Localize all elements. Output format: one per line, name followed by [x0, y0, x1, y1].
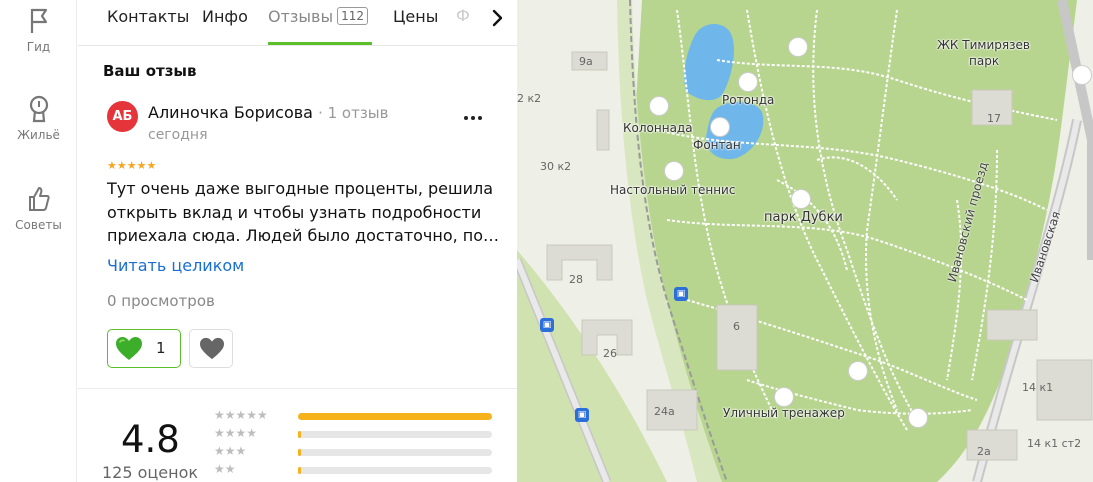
- map-label-kolonnada[interactable]: Колоннада: [623, 121, 693, 135]
- map-view[interactable]: Ротонда Колоннада Фонтан Настольный тенн…: [517, 0, 1093, 482]
- average-rating: 4.8: [121, 418, 180, 461]
- table-tennis-icon[interactable]: [665, 162, 683, 180]
- fountain-icon[interactable]: [711, 118, 729, 136]
- more-options-icon[interactable]: [461, 105, 485, 129]
- tab-prices[interactable]: Цены: [393, 7, 438, 26]
- colonnade-icon[interactable]: [650, 97, 668, 115]
- left-rail: Гид Жильё Советы: [0, 0, 77, 482]
- review-text: Тут очень даже выгодные проценты, решила…: [107, 177, 500, 248]
- review-text-line: открыть вклад и чтобы узнать подробности: [107, 202, 482, 222]
- map-label-fontan[interactable]: Фонтан: [693, 138, 741, 152]
- dist-bar-track: [298, 467, 492, 474]
- bus-stop-icon[interactable]: ▣: [674, 287, 688, 301]
- author-name: Алиночка Борисова: [148, 103, 313, 122]
- dist-stars: ★★★★★: [214, 408, 268, 422]
- rail-item-tips[interactable]: Советы: [0, 184, 77, 232]
- sports-icon[interactable]: [849, 362, 867, 380]
- bus-stop-icon[interactable]: ▣: [575, 408, 589, 422]
- dist-bar-fill: [298, 467, 301, 474]
- dist-bar-track: [298, 413, 492, 420]
- tab-contacts[interactable]: Контакты: [107, 7, 189, 26]
- map-label-rotonda[interactable]: Ротонда: [722, 93, 774, 107]
- reviews-panel: Контакты Инфо Отзывы 112 Цены Ф Ваш отзыв…: [78, 0, 517, 482]
- dist-bar-fill: [298, 413, 492, 420]
- avatar[interactable]: АБ: [107, 101, 138, 132]
- map-label-zhk-park[interactable]: парк: [969, 54, 999, 68]
- map-house-number: 24а: [654, 405, 675, 418]
- review-date: сегодня: [148, 127, 208, 143]
- review-stars: ★★★★★: [107, 159, 157, 172]
- bus-stop-icon[interactable]: ▣: [540, 318, 554, 332]
- map-label-tennis[interactable]: Настольный теннис: [610, 183, 735, 197]
- rotonda-icon[interactable]: [739, 73, 757, 91]
- dist-stars: ★★★: [214, 444, 247, 458]
- divider: [78, 388, 517, 389]
- dist-stars: ★★★★: [214, 426, 258, 440]
- map-house-number: 6: [733, 320, 740, 333]
- like-count: 1: [156, 339, 166, 357]
- map-label-park[interactable]: парк Дубки: [764, 210, 843, 225]
- dist-bar-track: [298, 449, 492, 456]
- active-tab-indicator: [268, 42, 372, 45]
- grey-heart-icon: [200, 337, 224, 360]
- dist-stars: ★★: [214, 462, 236, 476]
- tab-label: Отзывы: [268, 7, 334, 26]
- tab-faded: Ф: [456, 6, 470, 25]
- flag-icon: [30, 8, 47, 33]
- building-icon[interactable]: [1073, 66, 1091, 84]
- map-house-number: 30 к2: [540, 160, 572, 173]
- rail-item-guide[interactable]: Гид: [0, 6, 77, 54]
- tab-count-badge: 112: [337, 7, 369, 25]
- review-author[interactable]: Алиночка Борисова · 1 отзыв: [148, 103, 389, 122]
- dist-bar-fill: [298, 431, 301, 438]
- dist-bar-fill: [298, 449, 301, 456]
- tab-reviews[interactable]: Отзывы 112: [268, 7, 369, 26]
- chevron-right-icon[interactable]: [483, 6, 513, 30]
- read-more-link[interactable]: Читать целиком: [107, 256, 244, 275]
- park-icon[interactable]: [792, 190, 810, 208]
- map-house-number: 2а: [977, 445, 991, 458]
- thumbs-up-icon: [28, 187, 50, 211]
- home-icon: [29, 95, 48, 123]
- author-review-count: · 1 отзыв: [318, 104, 389, 122]
- map-house-number: 26: [603, 347, 617, 360]
- church-icon[interactable]: [909, 409, 927, 427]
- rating-count: 125 оценок: [102, 463, 199, 482]
- review-text-line: Тут очень даже выгодные проценты, решила: [107, 179, 494, 198]
- rail-item-label: Жильё: [17, 128, 60, 142]
- map-house-number: 9а: [579, 55, 593, 68]
- map-house-number: 28: [569, 273, 583, 286]
- rail-item-housing[interactable]: Жильё: [0, 94, 77, 142]
- rail-item-label: Советы: [15, 218, 62, 232]
- map-house-number: 2 к2: [517, 92, 542, 105]
- rail-item-label: Гид: [26, 40, 51, 54]
- pavilion-icon[interactable]: [789, 38, 807, 56]
- views-count: 0 просмотров: [107, 292, 215, 310]
- dist-bar-track: [298, 431, 492, 438]
- map-label-zhk[interactable]: ЖК Тимирязев: [937, 38, 1030, 52]
- map-house-number: 17: [987, 112, 1001, 125]
- tab-bar: Контакты Инфо Отзывы 112 Цены Ф: [78, 0, 517, 46]
- map-label-trainer[interactable]: Уличный тренажер: [723, 406, 845, 420]
- tab-info[interactable]: Инфо: [202, 7, 248, 26]
- review-text-line: приехала сюда. Людей было достаточно, по…: [107, 226, 500, 245]
- outdoor-gym-icon[interactable]: [775, 388, 793, 406]
- green-heart-icon: [116, 337, 142, 360]
- dislike-button[interactable]: [189, 329, 233, 368]
- section-title: Ваш отзыв: [103, 62, 197, 80]
- map-house-number: 14 к1 ст2: [1027, 437, 1082, 450]
- map-house-number: 14 к1: [1022, 381, 1054, 394]
- like-button[interactable]: 1: [107, 329, 181, 368]
